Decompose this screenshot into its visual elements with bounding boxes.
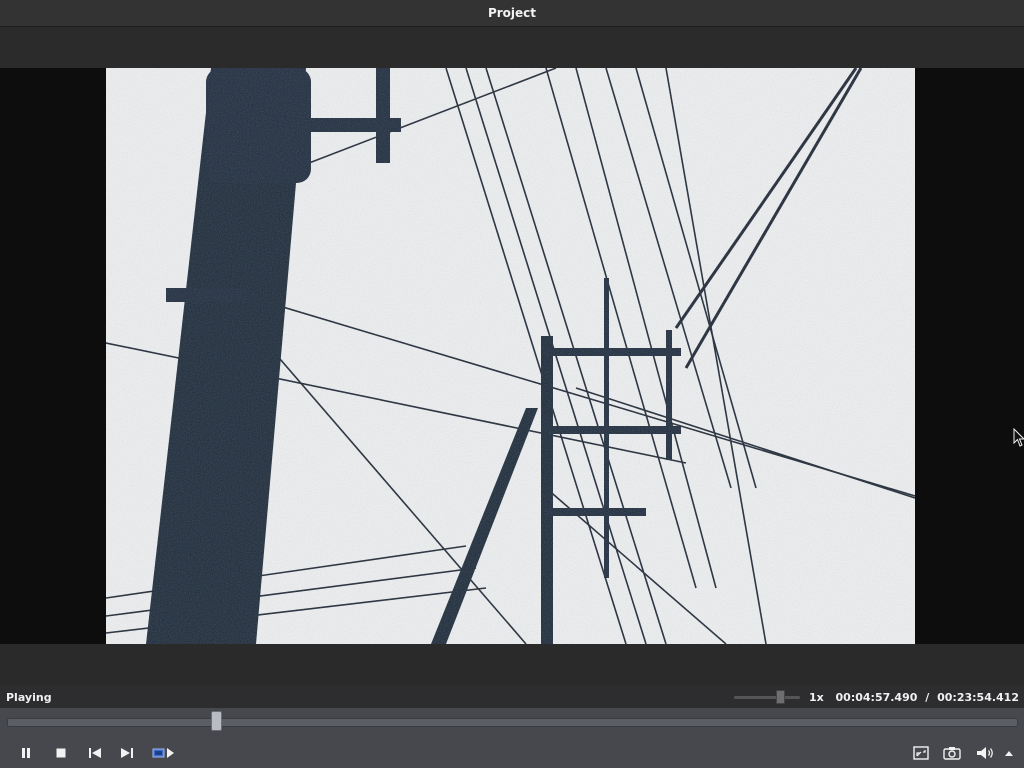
- next-frame-icon: [121, 748, 133, 758]
- stop-button[interactable]: [51, 744, 71, 762]
- video-frame[interactable]: [106, 68, 915, 644]
- playlist-button[interactable]: [150, 744, 178, 762]
- time-separator: /: [925, 690, 930, 704]
- playlist-icon: [152, 748, 174, 758]
- volume-icon: [977, 747, 993, 759]
- seek-bar[interactable]: [7, 718, 1018, 727]
- speed-slider[interactable]: [734, 696, 800, 699]
- toolbar: [0, 27, 1024, 68]
- pause-button[interactable]: [16, 744, 36, 762]
- video-image: [106, 68, 915, 644]
- volume-menu-button[interactable]: [1001, 744, 1017, 762]
- speed-label: 1x: [809, 690, 824, 704]
- video-area[interactable]: [0, 68, 1024, 644]
- menu-up-icon: [1005, 751, 1013, 756]
- snapshot-icon: [943, 747, 961, 760]
- fullscreen-icon: [913, 746, 929, 760]
- previous-frame-icon: [89, 748, 101, 758]
- seek-handle[interactable]: [210, 711, 222, 731]
- status-bar: Playing 1x 00:04:57.490 / 00:23:54.412: [0, 686, 1024, 708]
- speed-slider-handle[interactable]: [776, 690, 786, 704]
- next-frame-button[interactable]: [117, 744, 137, 762]
- fullscreen-button[interactable]: [911, 744, 931, 762]
- snapshot-button[interactable]: [942, 744, 962, 762]
- control-panel: [0, 708, 1024, 768]
- window-title: Project: [487, 6, 537, 20]
- previous-frame-button[interactable]: [85, 744, 105, 762]
- stop-icon: [56, 748, 66, 758]
- spacer-bar: [0, 644, 1024, 686]
- pause-icon: [22, 748, 30, 758]
- volume-button[interactable]: [976, 744, 996, 762]
- time-display: 00:04:57.490 / 00:23:54.412: [836, 691, 1019, 704]
- total-time: 00:23:54.412: [937, 690, 1019, 704]
- playback-status: Playing: [6, 690, 52, 704]
- mouse-cursor-icon: [1013, 428, 1024, 447]
- title-bar: Project: [0, 0, 1024, 27]
- current-time: 00:04:57.490: [835, 690, 918, 704]
